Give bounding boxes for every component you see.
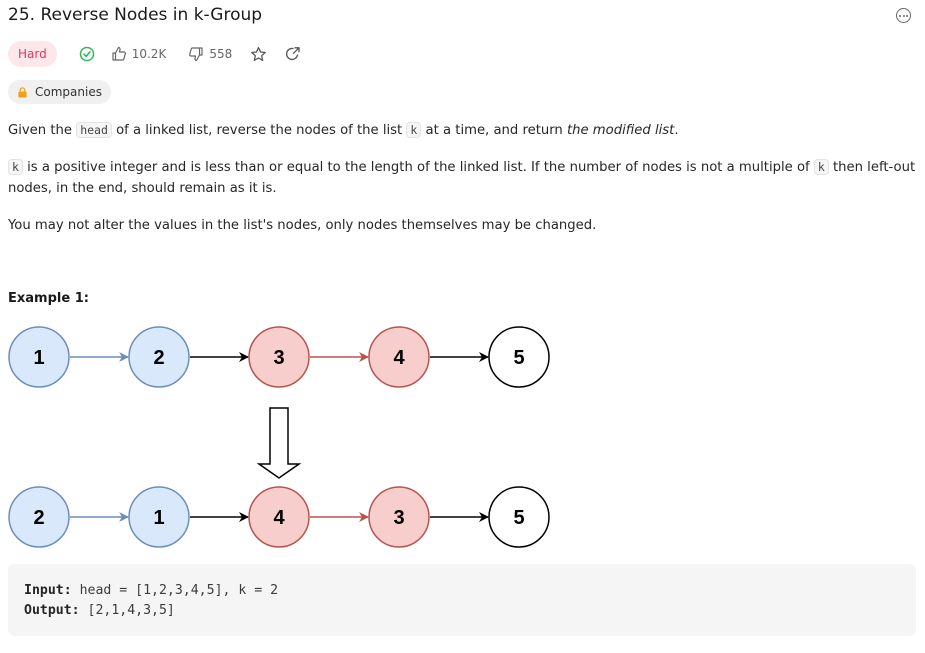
thumbs-up-icon <box>112 46 126 61</box>
linked-list-diagram: 1 2 3 4 5 2 1 4 3 5 <box>8 326 550 548</box>
companies-button[interactable]: Companies <box>8 80 111 104</box>
output-value: [2,1,4,3,5] <box>87 603 175 618</box>
lock-icon <box>18 86 27 98</box>
node-value: 1 <box>33 347 44 369</box>
list-node: 3 <box>248 326 310 388</box>
dislike-count: 558 <box>209 47 233 61</box>
companies-label: Companies <box>35 85 102 99</box>
node-value: 3 <box>393 507 404 529</box>
inline-code-k: k <box>813 159 829 175</box>
text: of a linked list, reverse the nodes of t… <box>111 123 407 138</box>
node-value: 3 <box>273 347 284 369</box>
node-value: 1 <box>153 507 164 529</box>
share-button[interactable] <box>285 46 301 62</box>
down-arrow-icon <box>256 407 302 479</box>
inline-code-head: head <box>76 122 112 138</box>
problem-meta-bar: Hard 10.2K 558 <box>8 41 301 67</box>
node-value: 5 <box>513 347 524 369</box>
favorite-button[interactable] <box>250 46 267 63</box>
text: Given the <box>8 123 77 138</box>
example-io-block: Input: head = [1,2,3,4,5], k = 2 Output:… <box>8 564 916 636</box>
emphasis-text: the modified list <box>566 123 675 138</box>
description-paragraph-2: k is a positive integer and is less than… <box>8 157 918 199</box>
node-value: 4 <box>273 507 285 529</box>
list-node: 5 <box>488 486 550 548</box>
example-title: Example 1: <box>8 291 89 306</box>
check-circle-icon <box>79 46 95 62</box>
node-value: 5 <box>513 507 524 529</box>
example-output-line: Output: [2,1,4,3,5] <box>24 601 900 621</box>
inline-code-k: k <box>8 159 23 175</box>
node-value: 2 <box>153 347 164 369</box>
text: . <box>674 123 679 138</box>
list-node: 2 <box>8 486 70 548</box>
like-count: 10.2K <box>131 47 167 61</box>
text: is a positive integer and is less than o… <box>22 160 814 175</box>
description-paragraph-1: Given the head of a linked list, reverse… <box>8 120 679 141</box>
like-button[interactable]: 10.2K <box>111 46 167 62</box>
list-node: 1 <box>128 486 190 548</box>
example-input-line: Input: head = [1,2,3,4,5], k = 2 <box>24 581 900 601</box>
list-node: 1 <box>8 326 70 388</box>
node-value: 4 <box>393 347 405 369</box>
text: at a time, and return <box>421 123 567 138</box>
input-label: Input: <box>24 583 72 598</box>
description-paragraph-3: You may not alter the values in the list… <box>8 218 597 233</box>
more-icon[interactable] <box>896 8 911 23</box>
list-node: 3 <box>368 486 430 548</box>
node-value: 2 <box>33 507 44 529</box>
input-value: head = [1,2,3,4,5], k = 2 <box>79 583 279 598</box>
list-node: 2 <box>128 326 190 388</box>
dislike-button[interactable]: 558 <box>188 46 232 62</box>
difficulty-badge: Hard <box>8 41 57 67</box>
share-icon <box>286 47 300 61</box>
thumbs-down-icon <box>189 47 203 62</box>
problem-title: 25. Reverse Nodes in k-Group <box>8 5 263 25</box>
list-node: 5 <box>488 326 550 388</box>
list-node: 4 <box>248 486 310 548</box>
output-label: Output: <box>24 603 80 618</box>
inline-code-k: k <box>406 122 422 138</box>
star-icon <box>251 46 267 61</box>
list-node: 4 <box>368 326 430 388</box>
